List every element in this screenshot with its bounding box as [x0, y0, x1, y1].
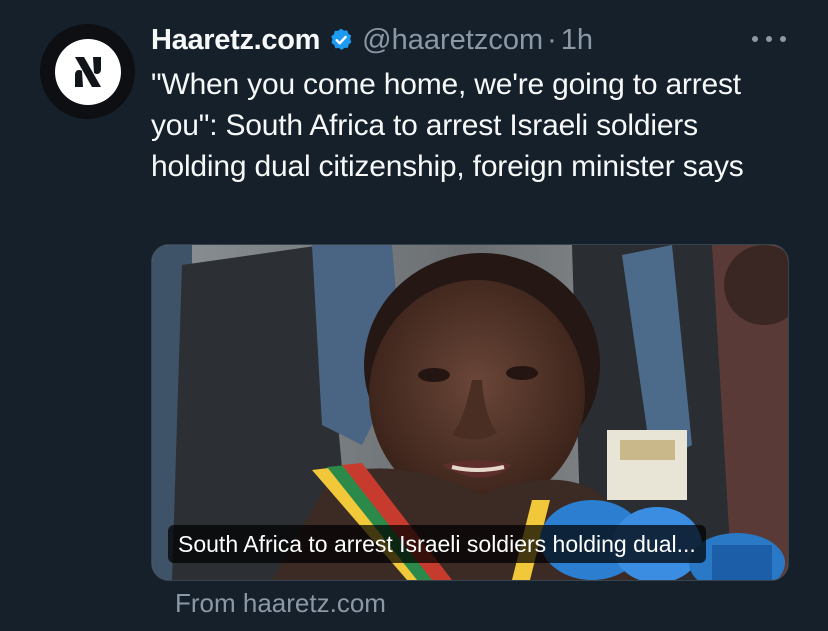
more-dot	[752, 36, 758, 42]
author-display-name[interactable]: Haaretz.com	[151, 24, 320, 57]
card-source-link[interactable]: From haaretz.com	[175, 588, 386, 619]
more-dot	[780, 36, 786, 42]
tweet-header: Haaretz.com @haaretzcom · 1h	[151, 20, 593, 60]
separator-dot: ·	[547, 23, 557, 56]
tweet-text: "When you come home, we're going to arre…	[151, 68, 744, 183]
haaretz-logo-icon	[54, 38, 121, 105]
card-caption: South Africa to arrest Israeli soldiers …	[168, 525, 706, 563]
more-dots-icon[interactable]	[752, 27, 786, 51]
verified-badge-icon	[328, 27, 354, 53]
tweet-timestamp[interactable]: 1h	[561, 24, 593, 57]
author-avatar[interactable]	[40, 24, 135, 119]
author-handle[interactable]: @haaretzcom	[362, 24, 543, 57]
more-dot	[766, 36, 772, 42]
link-card[interactable]: South Africa to arrest Israeli soldiers …	[151, 244, 789, 581]
